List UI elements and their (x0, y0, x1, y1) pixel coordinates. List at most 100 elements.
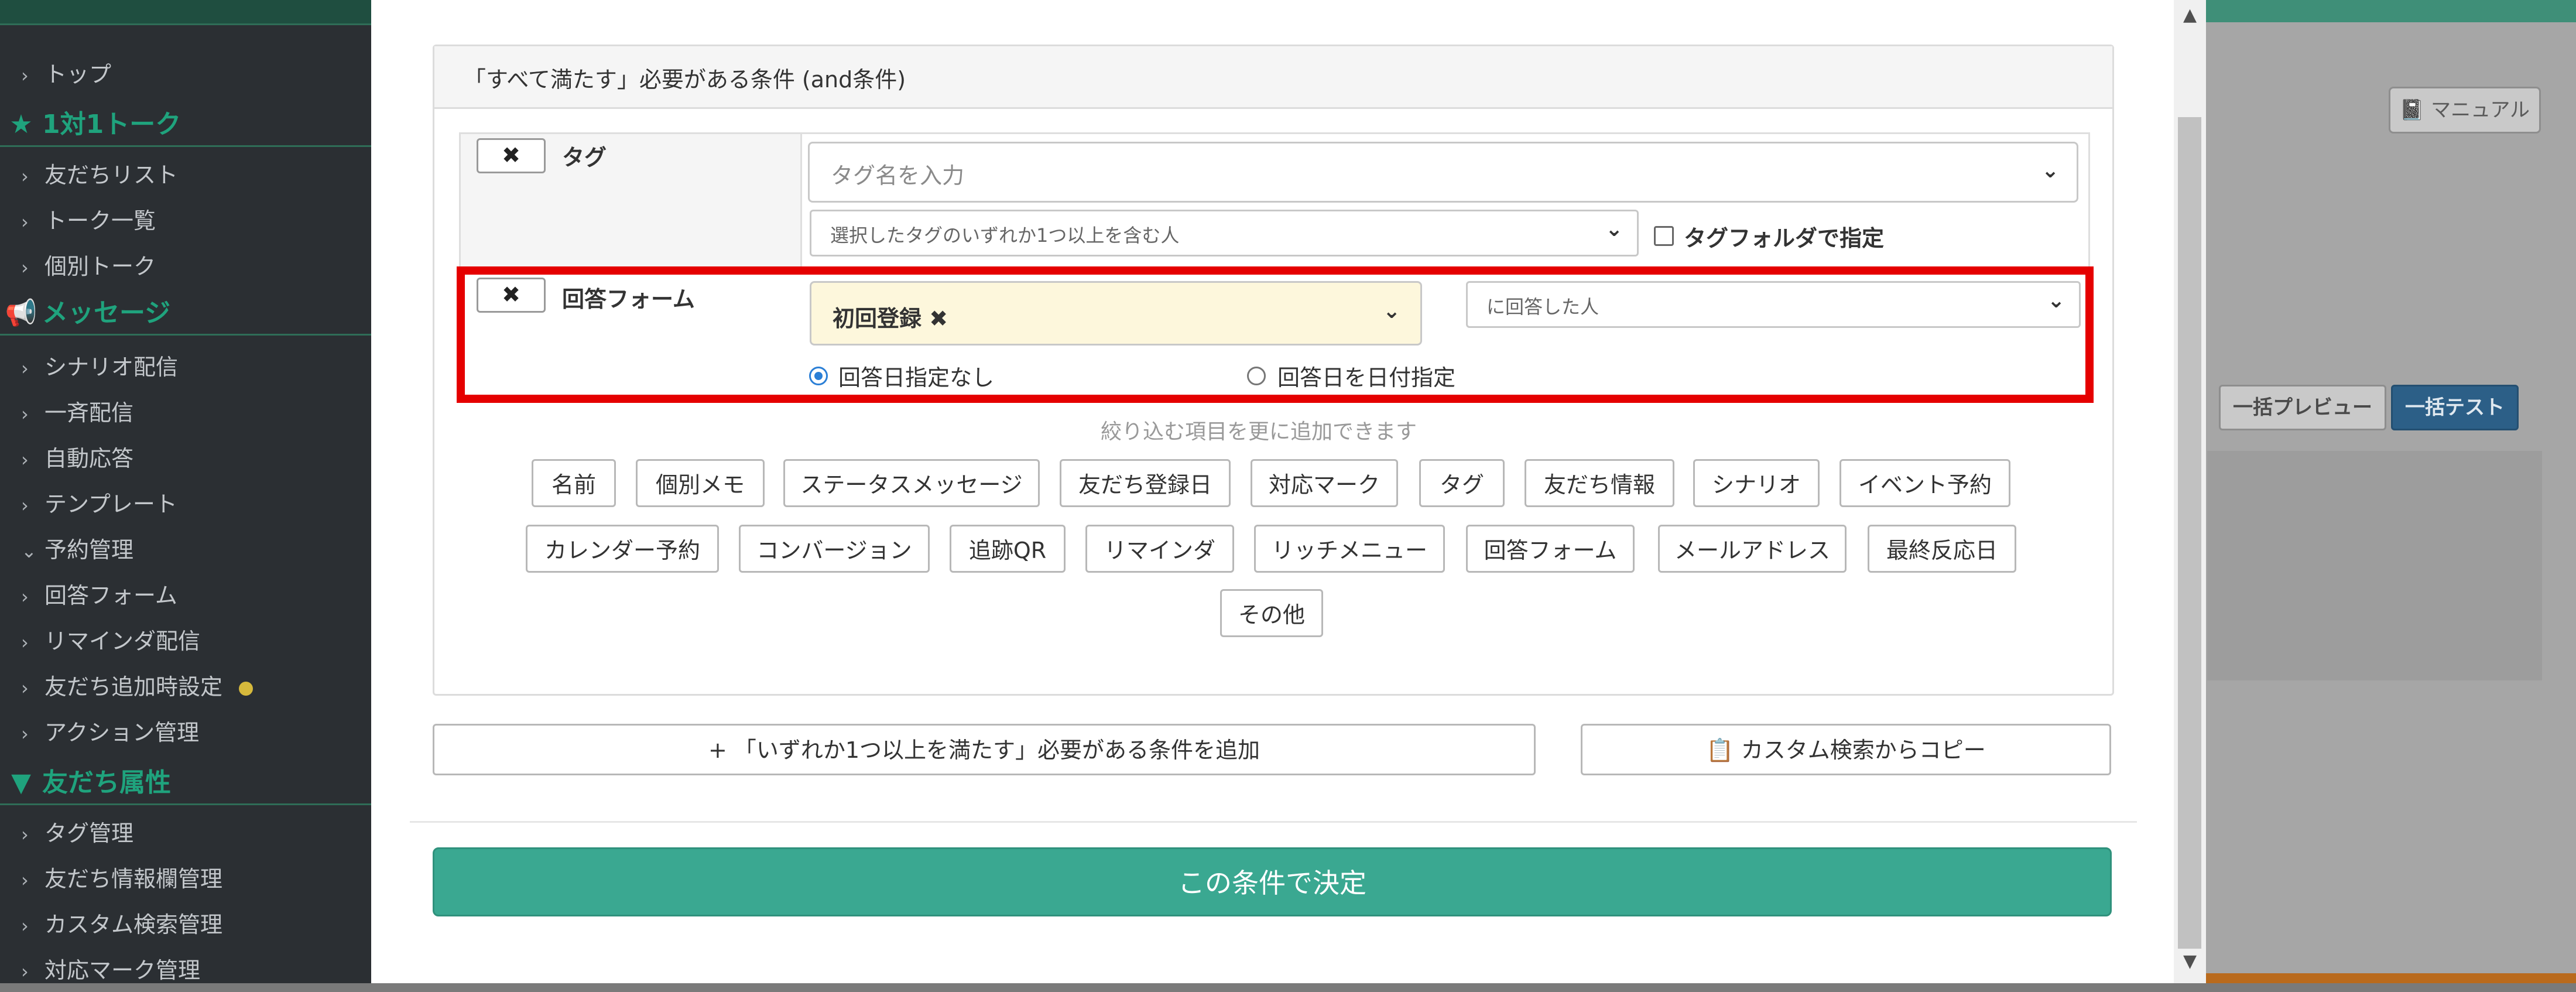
chevron-right-icon: › (21, 494, 29, 516)
clipboard-icon: 📋 (1706, 737, 1734, 763)
add-or-condition-button[interactable]: + 「いずれか1つ以上を満たす」必要がある条件を追加 (433, 724, 1536, 775)
filter-chip-scenario[interactable]: シナリオ (1693, 459, 1820, 507)
tag-match-value: 選択したタグのいずれか1つ以上を含む人 (830, 224, 1180, 247)
sidebar-item-template[interactable]: › テンプレート (21, 484, 177, 525)
chevron-down-icon: ⌄ (21, 540, 37, 562)
background-topbar (2206, 0, 2576, 22)
chevron-right-icon: › (21, 403, 29, 425)
filter-chip-rich-menu[interactable]: リッチメニュー (1254, 525, 1445, 573)
background-panel (2207, 451, 2542, 680)
scroll-up-icon[interactable]: ▲ (2174, 1, 2206, 29)
filter-chip-mark[interactable]: 対応マーク (1251, 459, 1398, 507)
chevron-right-icon: › (21, 357, 29, 379)
remove-tag-condition-button[interactable]: ✖ (477, 138, 546, 173)
sidebar-item-label: トーク一覧 (44, 208, 156, 234)
filter-chip-conversion[interactable]: コンバージョン (739, 525, 930, 573)
sidebar-item-label: 回答フォーム (44, 583, 177, 608)
sidebar-item-label: リマインダ配信 (44, 628, 201, 654)
sidebar-item-auto-reply[interactable]: › 自動応答 (21, 438, 133, 479)
bulk-preview-button[interactable]: 一括プレビュー (2219, 385, 2386, 430)
filter-chip-name[interactable]: 名前 (532, 459, 616, 507)
megaphone-icon: 📢 (5, 298, 37, 328)
sidebar-item-tag-manage[interactable]: › タグ管理 (21, 813, 133, 854)
filter-chip-event[interactable]: イベント予約 (1839, 459, 2010, 507)
sidebar-item-top[interactable]: › トップ (21, 54, 111, 95)
sidebar-item-label: 予約管理 (44, 537, 134, 563)
sidebar-item-label: トップ (44, 61, 112, 87)
filter-chip-status-message[interactable]: ステータスメッセージ (783, 459, 1040, 507)
sidebar-item-answer-form[interactable]: › 回答フォーム (21, 575, 177, 616)
sidebar-item-label: 友だち追加時設定 (44, 674, 223, 700)
sidebar-item-label: 自動応答 (44, 446, 134, 471)
filter-chip-email[interactable]: メールアドレス (1658, 525, 1847, 573)
sidebar-item-friend-add-settings[interactable]: › 友だち追加時設定 (21, 666, 254, 707)
sidebar-item-label: 友だちリスト (44, 162, 179, 188)
sidebar-item-broadcast[interactable]: › 一斉配信 (21, 392, 133, 433)
close-icon: ✖ (502, 142, 520, 168)
filter-icon: ▼ (11, 768, 31, 798)
sidebar-item-custom-search[interactable]: › カスタム検索管理 (21, 904, 222, 945)
filter-chip-other[interactable]: その他 (1220, 589, 1323, 637)
chevron-right-icon: › (21, 823, 29, 846)
sidebar-section-one-to-one: ★ 1対1トーク (0, 104, 371, 147)
sidebar-item-label: 個別トーク (44, 254, 156, 279)
and-condition-title: 「すべて満たす」必要がある条件 (and条件) (464, 67, 906, 93)
sidebar-item-talk-list[interactable]: › トーク一覧 (21, 200, 156, 241)
sidebar-section-friend-attr: ▼ 友だち属性 (0, 762, 371, 805)
chevron-down-icon: ⌄ (2041, 159, 2060, 183)
sidebar-item-label: 一斉配信 (44, 400, 134, 426)
filter-chip-answer-form[interactable]: 回答フォーム (1466, 525, 1635, 573)
app-root: › トップ ★ 1対1トーク › 友だちリスト › トーク一覧 › 個別トーク 📢 メッセー… (0, 0, 2576, 983)
filter-chip-friend-date[interactable]: 友だち登録日 (1060, 459, 1231, 507)
sidebar-item-mark-manage[interactable]: › 対応マーク管理 (21, 950, 200, 991)
chevron-right-icon: › (21, 960, 29, 983)
tag-row-label: タグ (562, 145, 607, 170)
tag-search-input[interactable]: タグ名を入力 ⌄ (808, 142, 2078, 203)
filter-chip-memo[interactable]: 個別メモ (636, 459, 765, 507)
section-label: メッセージ (42, 298, 171, 328)
chevron-right-icon: › (21, 165, 29, 187)
sidebar-item-friend-info[interactable]: › 友だち情報欄管理 (21, 858, 222, 899)
sidebar-section-message: 📢 メッセージ (0, 293, 371, 336)
scroll-down-icon[interactable]: ▼ (2174, 947, 2206, 976)
copy-button-label: カスタム検索からコピー (1741, 737, 1986, 763)
sidebar-item-label: タグ管理 (44, 820, 134, 846)
section-label: 友だち属性 (42, 768, 171, 798)
chevron-right-icon: › (21, 64, 29, 87)
copy-from-custom-search-button[interactable]: 📋 カスタム検索からコピー (1581, 724, 2111, 775)
sidebar-item-label: カスタム検索管理 (44, 912, 223, 938)
sidebar-item-scenario[interactable]: › シナリオ配信 (21, 347, 178, 388)
tag-input-placeholder: タグ名を入力 (831, 163, 965, 189)
scrollbar-thumb[interactable] (2178, 117, 2201, 949)
chevron-right-icon: › (21, 869, 29, 891)
chevron-right-icon: › (21, 631, 29, 654)
bulk-test-button[interactable]: 一括テスト (2391, 385, 2519, 430)
sidebar-item-reminder[interactable]: › リマインダ配信 (21, 621, 200, 662)
sidebar-item-label: アクション管理 (44, 720, 200, 745)
manual-button[interactable]: 📓 マニュアル (2389, 87, 2541, 134)
sidebar-item-reservation[interactable]: ⌄ 予約管理 (21, 529, 133, 570)
modal-divider (410, 821, 2137, 823)
sidebar-topbar (0, 0, 371, 25)
submit-condition-button[interactable]: この条件で決定 (433, 847, 2112, 916)
section-label: 1対1トーク (42, 110, 181, 139)
filter-chip-reminder[interactable]: リマインダ (1085, 525, 1234, 573)
sidebar-item-label: 対応マーク管理 (44, 957, 201, 983)
filter-chip-calendar[interactable]: カレンダー予約 (526, 525, 719, 573)
sidebar: › トップ ★ 1対1トーク › 友だちリスト › トーク一覧 › 個別トーク 📢 メッセー… (0, 0, 371, 983)
filter-chip-friend-info[interactable]: 友だち情報 (1525, 459, 1674, 507)
filter-chip-tracking-qr[interactable]: 追跡QR (950, 525, 1066, 573)
tag-folder-checkbox[interactable] (1654, 226, 1674, 246)
chevron-right-icon: › (21, 586, 29, 608)
chevron-right-icon: › (21, 677, 29, 699)
sidebar-item-action[interactable]: › アクション管理 (21, 712, 199, 753)
sidebar-item-label: 友だち情報欄管理 (44, 866, 223, 892)
tag-match-select[interactable]: 選択したタグのいずれか1つ以上を含む人 ⌄ (810, 210, 1639, 256)
chevron-right-icon: › (21, 211, 29, 233)
filter-chip-tag[interactable]: タグ (1419, 459, 1505, 507)
filter-chip-last-reaction[interactable]: 最終反応日 (1868, 525, 2016, 573)
sidebar-item-friend-list[interactable]: › 友だちリスト (21, 155, 178, 196)
and-condition-header: 「すべて満たす」必要がある条件 (and条件) (434, 46, 2112, 109)
sidebar-item-individual-talk[interactable]: › 個別トーク (21, 246, 156, 287)
chevron-right-icon: › (21, 256, 29, 279)
